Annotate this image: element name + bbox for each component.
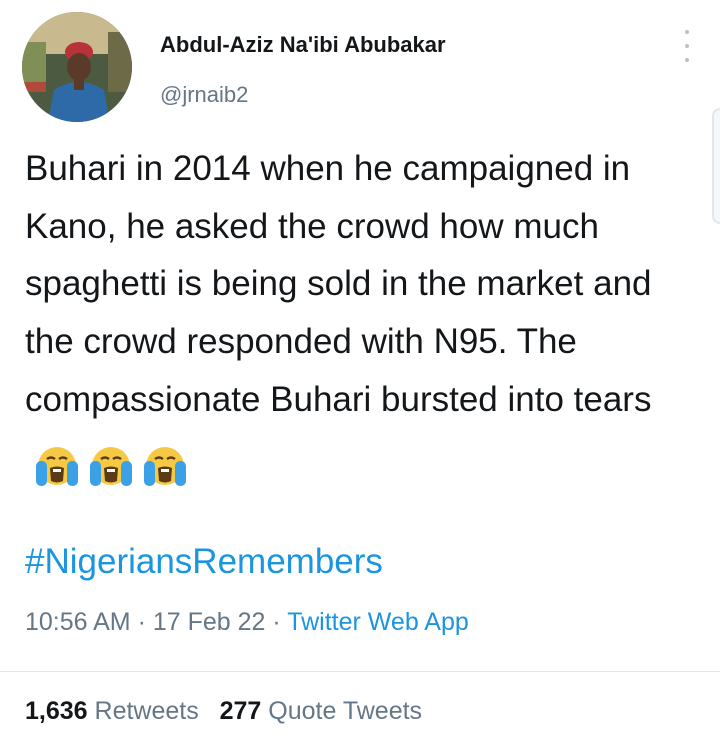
tweet-time[interactable]: 10:56 AM xyxy=(25,608,131,636)
edge-scroll-handle xyxy=(712,108,720,224)
quote-tweets-label: Quote Tweets xyxy=(268,697,423,725)
more-dot xyxy=(685,58,689,62)
avatar[interactable] xyxy=(22,12,132,122)
retweets-link[interactable]: 1,636 Retweets xyxy=(25,697,199,725)
tweet-text: Buhari in 2014 when he campaigned in Kan… xyxy=(25,149,652,419)
profile-photo xyxy=(22,12,132,122)
engagement-stats: 1,636 Retweets 277 Quote Tweets xyxy=(25,697,422,726)
more-options-icon[interactable] xyxy=(680,30,694,62)
author-display-name[interactable]: Abdul-Aziz Na'ibi Abubakar xyxy=(160,32,446,58)
quote-tweets-count: 277 xyxy=(219,697,262,725)
quote-tweets-link[interactable]: 277 Quote Tweets xyxy=(220,697,422,725)
tweet-card: Abdul-Aziz Na'ibi Abubakar @jrnaib2 Buha… xyxy=(0,0,720,746)
divider xyxy=(0,671,720,672)
author-handle[interactable]: @jrnaib2 xyxy=(160,82,248,108)
more-dot xyxy=(685,30,689,34)
tweet-source-link[interactable]: Twitter Web App xyxy=(287,608,469,636)
hashtag-link[interactable]: #NigeriansRemembers xyxy=(25,542,383,582)
emoji-group xyxy=(33,436,195,494)
retweets-label: Retweets xyxy=(94,697,199,725)
retweets-count: 1,636 xyxy=(25,697,88,725)
meta-separator: · xyxy=(265,608,288,636)
loudly-crying-face-icon xyxy=(36,447,78,487)
loudly-crying-face-icon xyxy=(90,447,132,487)
more-dot xyxy=(685,44,689,48)
tweet-body: Buhari in 2014 when he campaigned in Kan… xyxy=(25,140,695,493)
tweet-date[interactable]: 17 Feb 22 xyxy=(153,608,266,636)
loudly-crying-face-icon xyxy=(144,447,186,487)
meta-separator: · xyxy=(130,608,153,636)
tweet-meta: 10:56 AM · 17 Feb 22 · Twitter Web App xyxy=(25,608,469,637)
